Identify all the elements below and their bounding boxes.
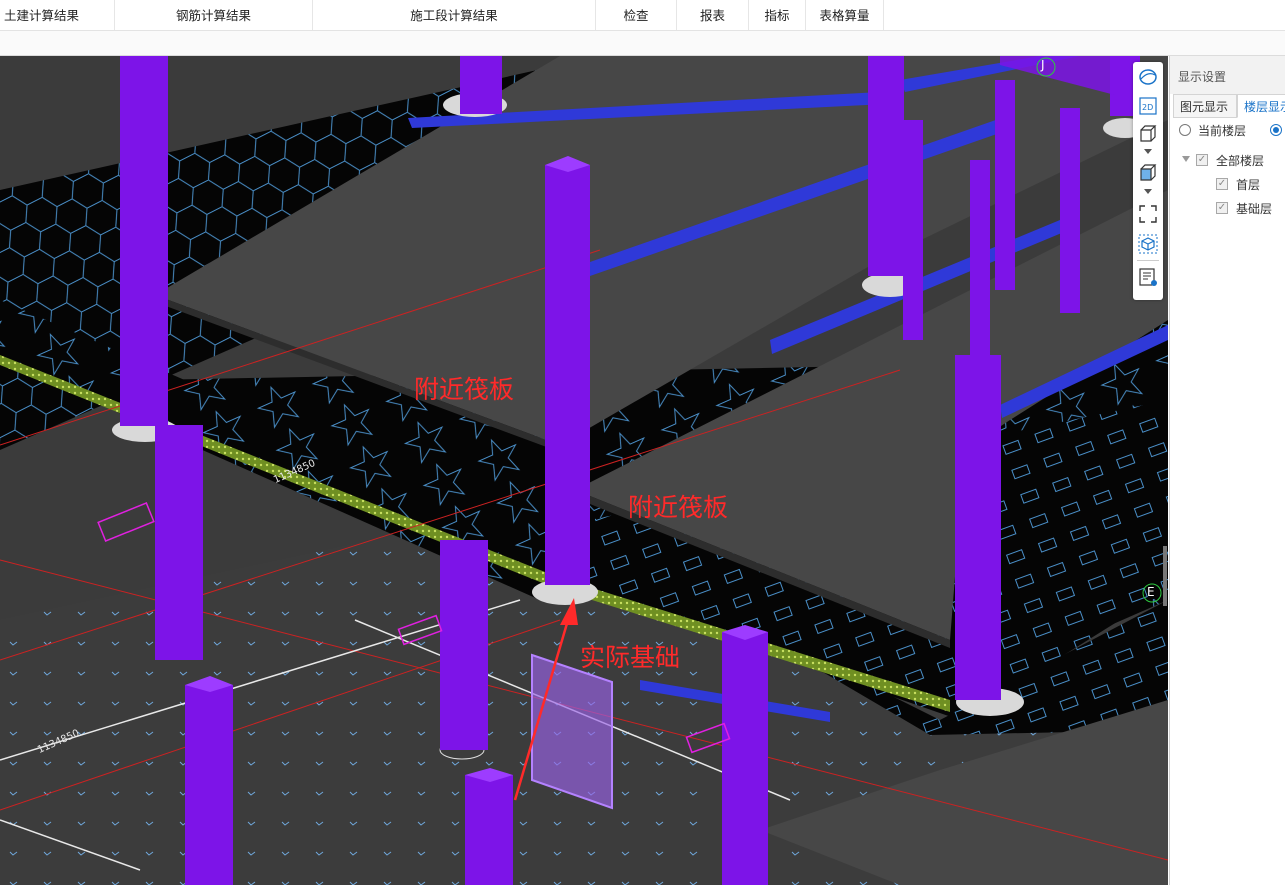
view-toolbar: 2D (1133, 62, 1163, 300)
tree-root-label: 全部楼层 (1216, 154, 1265, 168)
tab-civil-results[interactable]: 土建计算结果 (0, 0, 115, 30)
ribbon-bar (0, 31, 1285, 56)
radio-current-floor[interactable] (1179, 124, 1191, 136)
dropdown-icon[interactable] (1136, 186, 1160, 198)
checkbox-all-floors[interactable]: ✓ (1196, 154, 1208, 166)
annotation-actual-foundation: 实际基础 (580, 643, 681, 672)
grid-label-E: E (1147, 585, 1155, 599)
2d-view-icon[interactable]: 2D (1136, 94, 1160, 118)
tab-check[interactable]: 检查 (596, 0, 677, 30)
fullscreen-icon[interactable] (1136, 202, 1160, 226)
radio-current-floor-label: 当前楼层 (1198, 124, 1247, 138)
svg-text:2D: 2D (1142, 103, 1153, 112)
top-tab-bar: 土建计算结果 钢筋计算结果 施工段计算结果 检查 报表 指标 表格算量 (0, 0, 1285, 31)
actual-foundation (531, 653, 613, 810)
orbit-icon[interactable] (1136, 65, 1160, 89)
tab-section-results[interactable]: 施工段计算结果 (313, 0, 596, 30)
display-settings-icon[interactable] (1136, 265, 1160, 289)
toolbar-divider (1137, 260, 1159, 261)
grid-label-J: J (1041, 58, 1045, 72)
annotation-nearby-raft-1: 附近筏板 (414, 375, 515, 404)
model-scene (0, 56, 1168, 885)
checkbox-foundation-floor[interactable]: ✓ (1216, 202, 1228, 214)
annotation-nearby-raft-2: 附近筏板 (628, 493, 729, 522)
3d-box-icon[interactable] (1136, 122, 1160, 146)
cube-select-icon[interactable] (1136, 232, 1160, 256)
tree-first-floor-label: 首层 (1236, 178, 1261, 192)
viewport-scrollbar[interactable] (1163, 546, 1167, 606)
tree-expand-icon[interactable] (1182, 156, 1190, 162)
tab-table-quantity[interactable]: 表格算量 (806, 0, 884, 30)
tree-foundation-floor-label: 基础层 (1236, 202, 1273, 216)
radio-all-floors[interactable] (1270, 124, 1282, 136)
tab-element-display[interactable]: 图元显示 (1173, 94, 1237, 118)
panel-title: 显示设置 (1170, 56, 1285, 94)
display-settings-panel: 显示设置 图元显示 楼层显示 当前楼层 ✓ 全部楼层 ✓ 首层 ✓ 基础层 (1169, 56, 1285, 885)
tab-indicator[interactable]: 指标 (749, 0, 806, 30)
tab-rebar-results[interactable]: 钢筋计算结果 (115, 0, 313, 30)
view-dropdown-icon[interactable] (1136, 146, 1160, 158)
3d-viewport[interactable]: 附近筏板 附近筏板 实际基础 J E 1134850 1134850 (0, 56, 1168, 885)
checkbox-first-floor[interactable]: ✓ (1216, 178, 1228, 190)
tab-report[interactable]: 报表 (677, 0, 749, 30)
tab-floor-display[interactable]: 楼层显示 (1237, 94, 1285, 118)
3d-solid-icon[interactable] (1136, 161, 1160, 185)
